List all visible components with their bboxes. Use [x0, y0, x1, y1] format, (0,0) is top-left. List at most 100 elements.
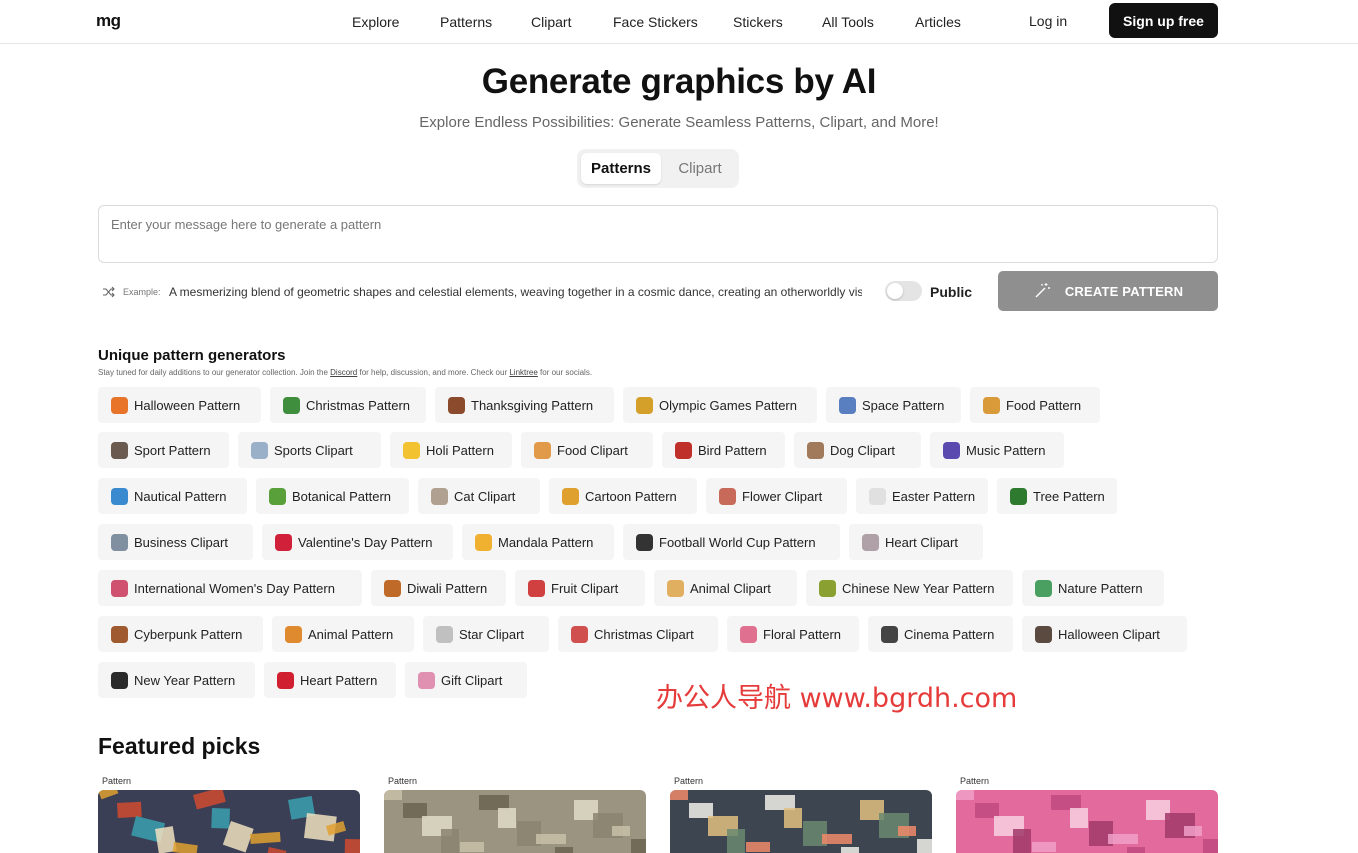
discord-link[interactable]: Discord	[330, 368, 357, 377]
generator-label: International Women's Day Pattern	[134, 580, 335, 596]
generator-label: Fruit Clipart	[551, 580, 619, 596]
generator-chip[interactable]: Nautical Pattern	[98, 478, 247, 514]
generator-icon	[418, 671, 435, 689]
prompt-box	[98, 205, 1218, 263]
generator-chip[interactable]: Music Pattern	[930, 432, 1064, 468]
generator-chip[interactable]: Diwali Pattern	[371, 570, 506, 606]
nav-stickers[interactable]: Stickers	[733, 14, 783, 30]
generator-chip[interactable]: New Year Pattern	[98, 662, 255, 698]
nav-face-stickers[interactable]: Face Stickers	[613, 14, 698, 30]
generator-chip[interactable]: Chinese New Year Pattern	[806, 570, 1013, 606]
create-pattern-label: CREATE PATTERN	[1064, 283, 1184, 299]
generator-icon	[636, 533, 653, 551]
login-link[interactable]: Log in	[1029, 13, 1067, 29]
generator-icon	[1010, 487, 1027, 505]
generator-icon	[111, 396, 128, 414]
generator-chip[interactable]: Gift Clipart	[405, 662, 527, 698]
generator-label: Cat Clipart	[454, 488, 516, 504]
generator-label: Floral Pattern	[763, 626, 842, 642]
nav-articles[interactable]: Articles	[915, 14, 961, 30]
generator-chip[interactable]: Fruit Clipart	[515, 570, 645, 606]
generator-label: Flower Clipart	[742, 488, 823, 504]
generator-chip[interactable]: International Women's Day Pattern	[98, 570, 362, 606]
generator-chip[interactable]: Flower Clipart	[706, 478, 847, 514]
featured-card[interactable]	[956, 790, 1218, 853]
generator-chip[interactable]: Tree Pattern	[997, 478, 1117, 514]
generator-label: Holi Pattern	[426, 442, 494, 458]
generator-icon	[667, 579, 684, 597]
generator-chip[interactable]: Food Pattern	[970, 387, 1100, 423]
generator-chip[interactable]: Animal Pattern	[272, 616, 414, 652]
featured-card[interactable]	[98, 790, 360, 853]
generator-chip[interactable]: Halloween Pattern	[98, 387, 261, 423]
note-text: for our socials.	[537, 368, 593, 377]
generator-chip[interactable]: Mandala Pattern	[462, 524, 614, 560]
generator-chip[interactable]: Animal Clipart	[654, 570, 797, 606]
generator-chip[interactable]: Halloween Clipart	[1022, 616, 1187, 652]
generator-icon	[740, 625, 757, 643]
generator-chip[interactable]: Easter Pattern	[856, 478, 988, 514]
shuffle-icon[interactable]	[102, 285, 116, 299]
generator-chip[interactable]: Olympic Games Pattern	[623, 387, 817, 423]
generator-chip[interactable]: Cat Clipart	[418, 478, 540, 514]
nav-clipart[interactable]: Clipart	[531, 14, 571, 30]
generator-label: Sport Pattern	[134, 442, 211, 458]
generator-chip[interactable]: Christmas Pattern	[270, 387, 426, 423]
generator-chip[interactable]: Food Clipart	[521, 432, 653, 468]
nav-all-tools[interactable]: All Tools	[822, 14, 874, 30]
generator-label: Halloween Pattern	[134, 397, 241, 413]
nav-patterns[interactable]: Patterns	[440, 14, 492, 30]
tab-clipart[interactable]: Clipart	[665, 153, 735, 184]
featured-card[interactable]	[384, 790, 646, 853]
generator-label: Diwali Pattern	[407, 580, 488, 596]
example-text[interactable]: A mesmerizing blend of geometric shapes …	[169, 285, 862, 299]
generator-chip[interactable]: Cartoon Pattern	[549, 478, 697, 514]
generator-chip[interactable]: Sports Clipart	[238, 432, 381, 468]
mode-tabs: Patterns Clipart	[577, 149, 739, 188]
generator-label: Dog Clipart	[830, 442, 896, 458]
card-type-label: Pattern	[388, 776, 418, 786]
generator-chip[interactable]: Valentine's Day Pattern	[262, 524, 453, 560]
card-type-label: Pattern	[960, 776, 990, 786]
generator-chip[interactable]: Nature Pattern	[1022, 570, 1164, 606]
generator-chip[interactable]: Cyberpunk Pattern	[98, 616, 263, 652]
generator-icon	[275, 533, 292, 551]
generator-icon	[285, 625, 302, 643]
signup-button[interactable]: Sign up free	[1109, 3, 1218, 38]
generator-chip[interactable]: Star Clipart	[423, 616, 549, 652]
linktree-link[interactable]: Linktree	[509, 368, 537, 377]
generator-icon	[436, 625, 453, 643]
generator-label: Halloween Clipart	[1058, 626, 1160, 642]
toggle-knob	[887, 283, 903, 299]
generator-icon	[719, 487, 736, 505]
generator-chip[interactable]: Heart Pattern	[264, 662, 396, 698]
generator-chip[interactable]: Football World Cup Pattern	[623, 524, 840, 560]
generator-chip[interactable]: Dog Clipart	[794, 432, 921, 468]
site-logo[interactable]: mg	[96, 11, 121, 31]
generator-chip[interactable]: Bird Pattern	[662, 432, 785, 468]
generator-label: Tree Pattern	[1033, 488, 1105, 504]
generator-label: Valentine's Day Pattern	[298, 534, 433, 550]
generator-chip[interactable]: Botanical Pattern	[256, 478, 409, 514]
nav-explore[interactable]: Explore	[352, 14, 399, 30]
create-pattern-button[interactable]: CREATE PATTERN	[998, 271, 1218, 311]
generator-chip[interactable]: Floral Pattern	[727, 616, 859, 652]
generator-chip[interactable]: Christmas Clipart	[558, 616, 718, 652]
pattern-thumbnail	[670, 790, 932, 853]
generator-chip[interactable]: Space Pattern	[826, 387, 961, 423]
site-header: mg Explore Patterns Clipart Face Sticker…	[0, 0, 1358, 44]
generator-chip[interactable]: Thanksgiving Pattern	[435, 387, 614, 423]
tab-patterns[interactable]: Patterns	[581, 153, 661, 184]
prompt-input[interactable]	[99, 206, 1217, 262]
generator-chip[interactable]: Business Clipart	[98, 524, 253, 560]
featured-card[interactable]	[670, 790, 932, 853]
featured-title: Featured picks	[98, 733, 261, 759]
card-type-label: Pattern	[102, 776, 132, 786]
generator-label: Thanksgiving Pattern	[471, 397, 594, 413]
public-label: Public	[930, 284, 973, 300]
generator-chip[interactable]: Heart Clipart	[849, 524, 983, 560]
public-toggle[interactable]	[885, 281, 922, 301]
generator-chip[interactable]: Holi Pattern	[390, 432, 512, 468]
generator-chip[interactable]: Sport Pattern	[98, 432, 229, 468]
generator-chip[interactable]: Cinema Pattern	[868, 616, 1013, 652]
